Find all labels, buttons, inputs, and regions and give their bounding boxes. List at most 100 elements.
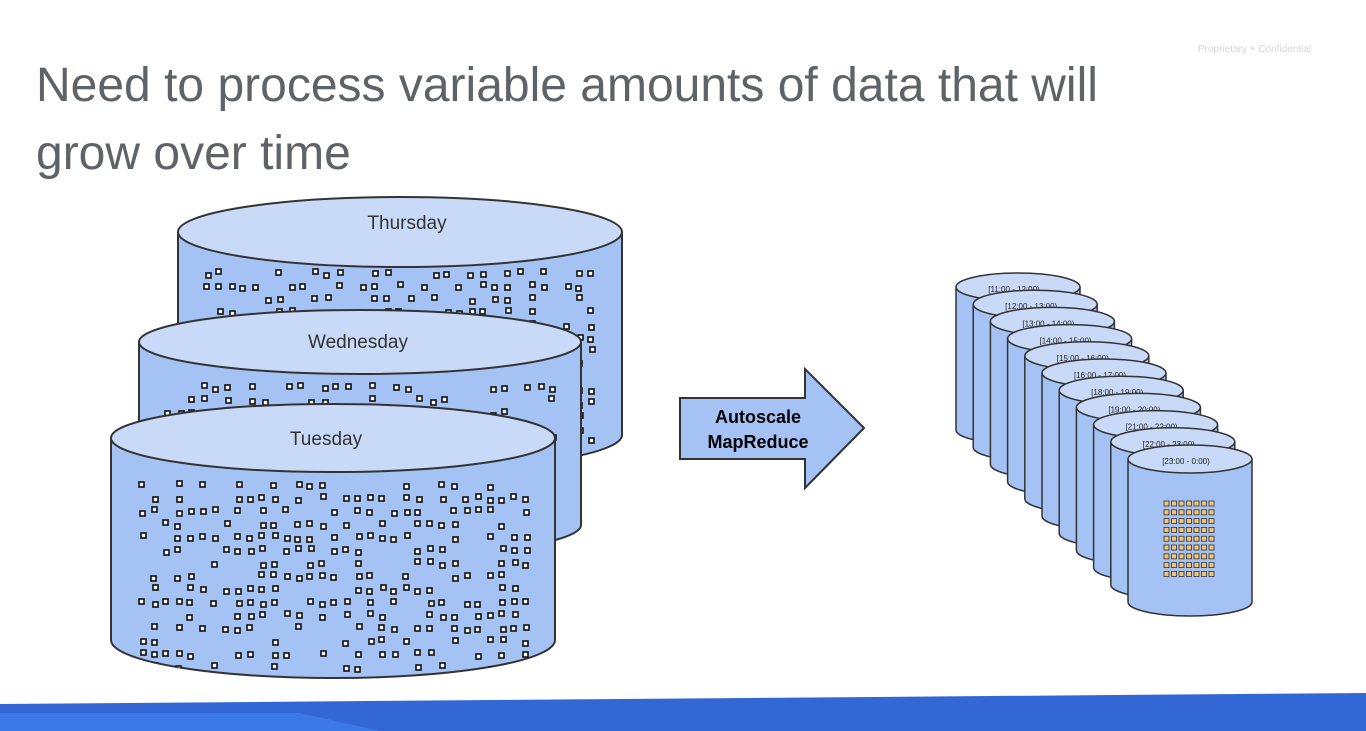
- hour-partition-cylinder: [23:00 - 0:00): [1127, 444, 1253, 617]
- data-record: [408, 295, 415, 302]
- aggregated-record: [1171, 571, 1177, 577]
- data-record: [354, 495, 361, 502]
- data-record: [499, 584, 506, 591]
- data-record: [235, 652, 242, 659]
- data-record: [140, 532, 147, 539]
- data-record: [138, 598, 145, 605]
- data-record: [498, 523, 505, 530]
- aggregated-record: [1163, 500, 1170, 507]
- data-record: [294, 521, 301, 528]
- data-record: [187, 653, 194, 660]
- data-record: [247, 599, 254, 606]
- data-record: [176, 480, 183, 487]
- data-record: [390, 536, 397, 543]
- data-record: [367, 532, 374, 539]
- arrow-label-line-2: MapReduce: [707, 432, 808, 452]
- aggregated-record: [1178, 535, 1185, 542]
- data-record: [306, 483, 313, 490]
- data-record: [524, 384, 531, 391]
- data-record: [344, 611, 351, 618]
- data-record: [367, 610, 374, 617]
- data-record: [451, 625, 458, 632]
- data-record: [492, 296, 499, 303]
- data-record: [529, 308, 536, 315]
- data-record: [588, 324, 595, 331]
- data-record: [272, 532, 279, 539]
- data-record: [393, 384, 400, 391]
- data-record: [140, 649, 147, 656]
- data-record: [563, 323, 570, 330]
- aggregated-record: [1208, 527, 1215, 533]
- data-record: [272, 639, 279, 646]
- aggregated-record: [1163, 571, 1170, 577]
- data-record: [249, 383, 256, 390]
- data-record: [320, 493, 327, 500]
- data-record: [431, 294, 438, 301]
- aggregated-record: [1193, 509, 1200, 516]
- aggregated-record: [1178, 518, 1185, 524]
- data-record: [487, 484, 494, 491]
- aggregated-record: [1193, 527, 1200, 533]
- data-record: [369, 382, 376, 389]
- data-record: [286, 383, 293, 390]
- aggregated-record: [1178, 500, 1185, 507]
- data-record: [176, 496, 183, 503]
- data-record: [354, 507, 361, 514]
- data-record: [587, 270, 594, 277]
- data-record: [500, 636, 507, 643]
- data-record: [403, 584, 410, 591]
- data-record: [236, 481, 243, 488]
- arrow-label-line-1: Autoscale: [715, 407, 801, 427]
- data-record: [416, 496, 423, 503]
- data-record: [229, 283, 236, 290]
- data-record: [307, 598, 314, 605]
- aggregated-record: [1193, 562, 1200, 568]
- data-record: [464, 627, 471, 634]
- data-record: [262, 399, 269, 406]
- data-record: [210, 600, 217, 607]
- data-record: [469, 298, 476, 305]
- data-record: [277, 296, 284, 303]
- data-record: [541, 284, 548, 291]
- data-record: [151, 639, 158, 646]
- data-record: [379, 535, 386, 542]
- data-record: [487, 572, 494, 579]
- data-record: [283, 652, 290, 659]
- data-record: [236, 496, 243, 503]
- data-record: [239, 285, 246, 292]
- data-record: [538, 383, 545, 390]
- aggregated-record: [1193, 553, 1200, 560]
- data-record: [371, 283, 378, 290]
- data-record: [475, 613, 482, 620]
- data-record: [576, 294, 583, 301]
- data-record: [308, 545, 315, 552]
- data-record: [306, 573, 313, 580]
- data-record: [588, 388, 595, 395]
- data-record: [248, 548, 255, 555]
- aggregated-record: [1163, 518, 1170, 524]
- aggregated-record: [1208, 535, 1215, 542]
- data-record: [414, 509, 421, 516]
- data-record: [271, 663, 278, 670]
- data-record: [414, 625, 421, 632]
- data-record: [296, 575, 303, 582]
- data-record: [369, 395, 376, 402]
- data-record: [391, 510, 398, 517]
- aggregated-record: [1201, 535, 1207, 542]
- hourly-partitions: [11:00 - 12:00)[12:00 - 13:00)[13:00 - 1…: [955, 272, 1253, 617]
- data-record: [501, 408, 508, 415]
- data-record: [355, 560, 362, 567]
- aggregated-record: [1171, 535, 1177, 542]
- data-record: [397, 281, 404, 288]
- data-record: [295, 545, 302, 552]
- data-record: [151, 651, 158, 658]
- data-record: [540, 268, 547, 275]
- aggregated-record: [1186, 518, 1192, 524]
- data-record: [403, 494, 410, 501]
- data-record: [379, 651, 386, 658]
- cylinder-label-tuesday: Tuesday: [290, 429, 363, 450]
- aggregated-record: [1171, 562, 1177, 568]
- data-record: [225, 397, 232, 404]
- aggregated-record: [1208, 571, 1215, 577]
- data-record: [307, 562, 314, 569]
